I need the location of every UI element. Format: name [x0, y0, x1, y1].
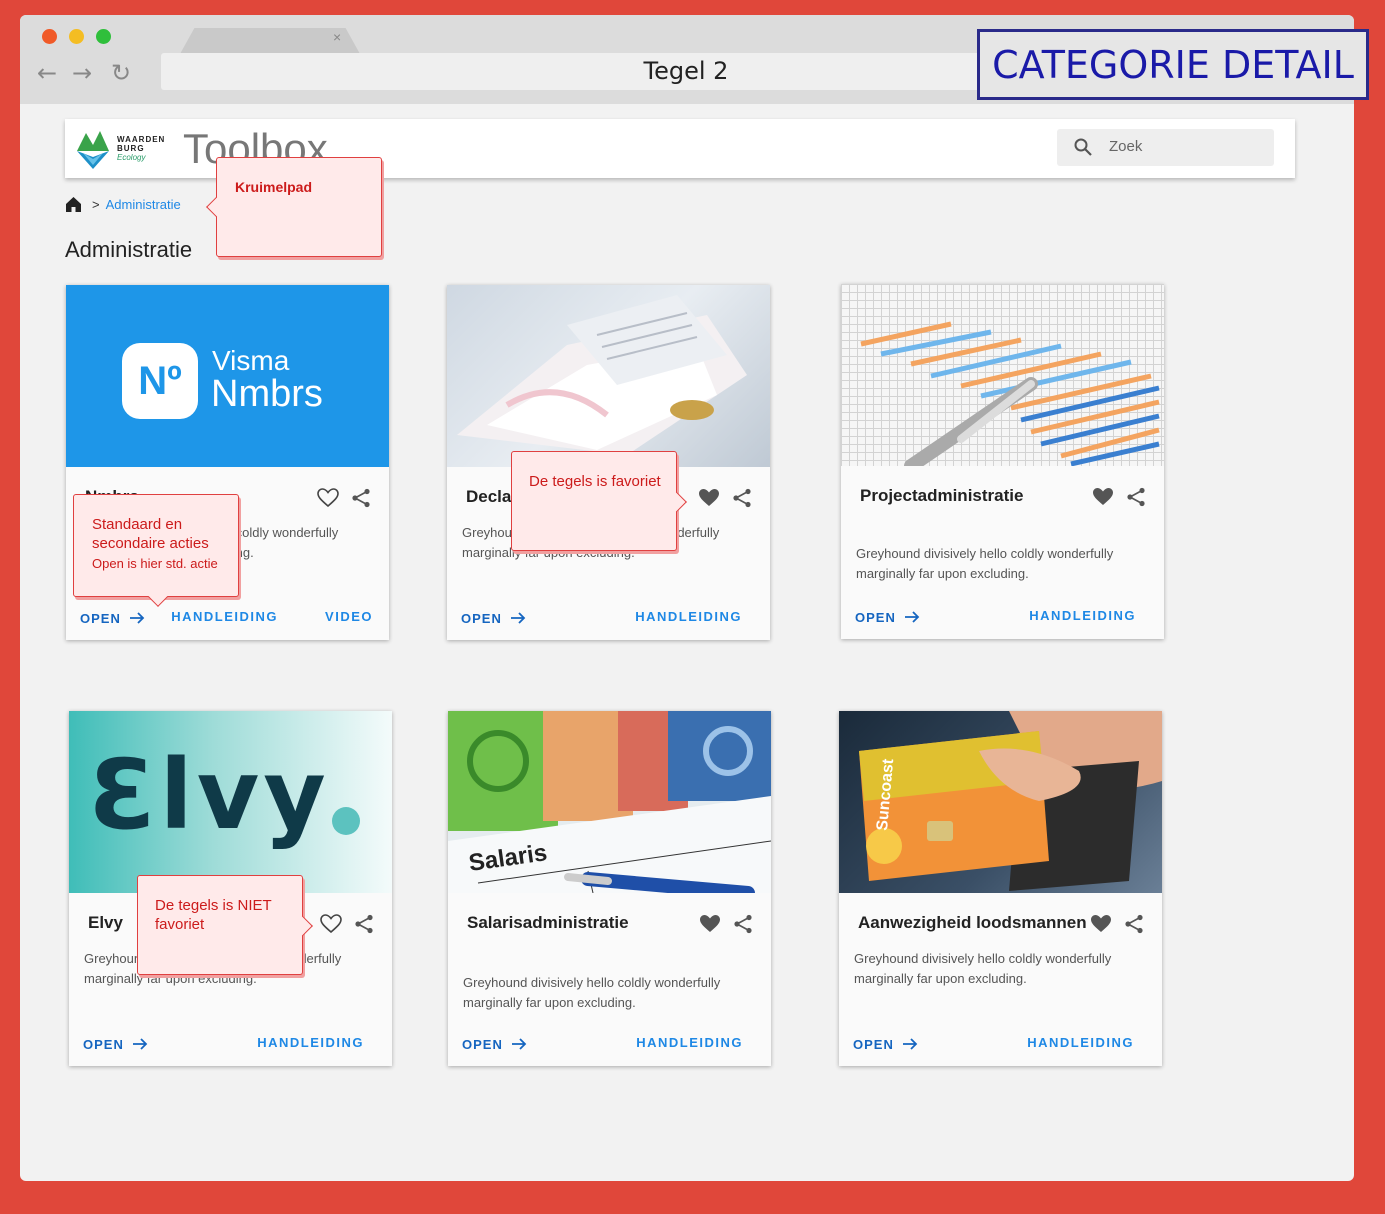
open-button[interactable]: OPEN — [83, 1036, 148, 1052]
breadcrumb-link[interactable]: Administratie — [106, 197, 181, 212]
arrow-right-icon — [511, 1038, 527, 1050]
waardenburg-logo-icon — [77, 131, 109, 169]
open-button[interactable]: OPEN — [461, 610, 526, 626]
home-icon[interactable] — [65, 196, 82, 213]
open-button[interactable]: OPEN — [462, 1036, 527, 1052]
arrow-right-icon — [132, 1038, 148, 1050]
search-placeholder: Zoek — [1109, 138, 1143, 155]
page-title: Administratie — [65, 237, 193, 262]
search-icon — [1074, 138, 1092, 156]
breadcrumb: > Administratie — [65, 195, 181, 213]
manual-button[interactable]: HANDLEIDING — [636, 1035, 743, 1050]
manual-button[interactable]: HANDLEIDING — [1029, 608, 1136, 623]
minimize-window-button[interactable] — [69, 29, 84, 44]
nmbrs-logo: Nº Visma Nmbrs — [66, 285, 389, 467]
heart-filled-icon[interactable] — [1092, 487, 1114, 507]
receipts-image — [447, 285, 770, 467]
share-icon[interactable] — [354, 914, 374, 934]
annotation-acties: Standaard en secondaire acties Open is h… — [73, 494, 239, 607]
tile-title: Aanwezigheid loodsmannen — [858, 913, 1087, 932]
credit-card-image: Suncoast — [839, 711, 1162, 893]
share-icon[interactable] — [351, 488, 371, 508]
tile-salarisadministratie[interactable]: Salaris Salarisadministratie Greyhound d… — [448, 711, 771, 1066]
tab-close-icon[interactable]: × — [333, 29, 341, 45]
arrow-right-icon — [904, 611, 920, 623]
share-icon[interactable] — [732, 488, 752, 508]
arrow-right-icon — [129, 612, 145, 624]
arrow-right-icon — [902, 1038, 918, 1050]
tile-aanwezigheid-loodsmannen[interactable]: Suncoast Aanwezigheid loodsmannen Greyho… — [839, 711, 1162, 1066]
gantt-chart-image — [841, 284, 1164, 466]
manual-button[interactable]: HANDLEIDING — [635, 609, 742, 624]
tile-description: Greyhound divisively hello coldly wonder… — [854, 951, 1112, 986]
browser-window: × ← → ↻ Tegel 2 WAARDEN BURG Ecology Too… — [20, 15, 1354, 1181]
manual-button[interactable]: HANDLEIDING — [257, 1035, 364, 1050]
heart-outline-icon[interactable] — [317, 488, 339, 508]
share-icon[interactable] — [733, 914, 753, 934]
reload-icon[interactable]: ↻ — [111, 59, 131, 87]
tile-description: Greyhound divisively hello coldly wonder… — [856, 546, 1114, 581]
tile-projectadministratie[interactable]: Projectadministratie Greyhound divisivel… — [841, 284, 1164, 639]
tile-title: Projectadministratie — [860, 486, 1024, 505]
manual-button[interactable]: HANDLEIDING — [1027, 1035, 1134, 1050]
heart-filled-icon[interactable] — [698, 488, 720, 508]
annotation-niet-favoriet: De tegels is NIET favoriet — [137, 875, 313, 975]
open-button[interactable]: OPEN — [855, 609, 920, 625]
close-window-button[interactable] — [42, 29, 57, 44]
tile-title: Salarisadministratie — [467, 913, 629, 932]
heart-filled-icon[interactable] — [699, 914, 721, 934]
tile-title: Elvy — [88, 913, 123, 932]
arrow-right-icon — [510, 612, 526, 624]
open-button[interactable]: OPEN — [80, 610, 145, 626]
search-field[interactable]: Zoek — [1057, 129, 1274, 166]
heart-outline-icon[interactable] — [320, 914, 342, 934]
share-icon[interactable] — [1126, 487, 1146, 507]
forward-icon[interactable]: → — [72, 59, 92, 87]
video-button[interactable]: VIDEO — [325, 609, 373, 624]
annotation-kruimelpad: Kruimelpad — [206, 157, 382, 257]
open-button[interactable]: OPEN — [853, 1036, 918, 1052]
logo-wordmark: WAARDEN BURG Ecology — [117, 135, 166, 162]
share-icon[interactable] — [1124, 914, 1144, 934]
back-icon[interactable]: ← — [37, 59, 57, 87]
category-detail-label: CATEGORIE DETAIL — [977, 29, 1369, 100]
tile-description: Greyhound divisively hello coldly wonder… — [463, 975, 721, 1010]
annotation-favoriet: De tegels is favoriet — [511, 451, 687, 551]
elvy-logo: Ɛlvy — [69, 711, 392, 893]
breadcrumb-separator: > — [92, 196, 100, 212]
heart-filled-icon[interactable] — [1090, 914, 1112, 934]
salaris-image: Salaris — [448, 711, 771, 893]
maximize-window-button[interactable] — [96, 29, 111, 44]
manual-button[interactable]: HANDLEIDING — [171, 609, 278, 624]
